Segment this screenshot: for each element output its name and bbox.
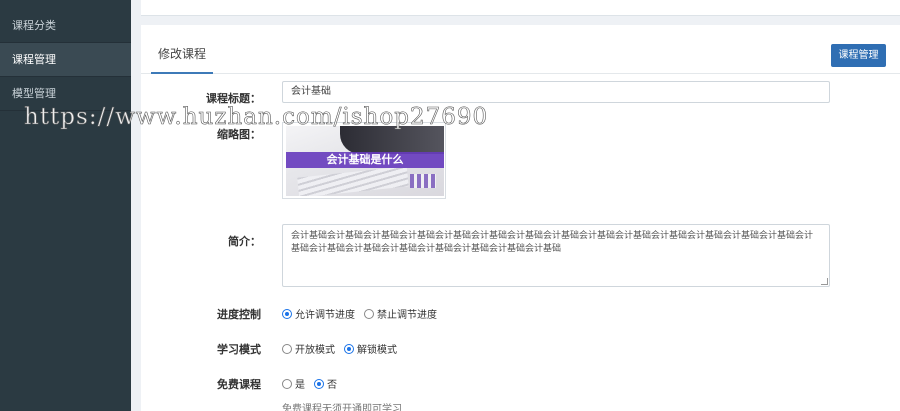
study-open-option[interactable]: 开放模式 — [282, 341, 335, 356]
free-yes-option[interactable]: 是 — [282, 376, 305, 391]
resize-grip-icon[interactable] — [821, 278, 828, 285]
radio-unselected-icon[interactable] — [364, 308, 374, 319]
free-no-label: 否 — [327, 380, 337, 391]
free-course-options: 是 否 — [282, 376, 346, 391]
thumbnail-arm-shape — [340, 126, 444, 154]
study-open-label: 开放模式 — [295, 345, 335, 356]
progress-forbid-option[interactable]: 禁止调节进度 — [364, 306, 437, 321]
study-unlock-option[interactable]: 解锁模式 — [344, 341, 397, 356]
thumbnail-paper-shape — [297, 166, 409, 196]
thumbnail-image[interactable]: 会计基础是什么 — [282, 122, 446, 199]
tab-edit-course[interactable]: 修改课程 — [151, 25, 213, 74]
top-bar — [141, 0, 900, 16]
sidebar-item-course-category[interactable]: 课程分类 — [0, 9, 131, 43]
title-input[interactable]: 会计基础 — [282, 81, 830, 103]
sidebar-item-course-management[interactable]: 课程管理 — [0, 43, 131, 77]
course-management-button[interactable]: 课程管理 — [831, 44, 886, 67]
edit-course-panel: 修改课程 课程管理 课程标题： 会计基础 缩略图： 会计基础是什么 简介： 会计… — [141, 25, 900, 411]
free-yes-label: 是 — [295, 380, 305, 391]
progress-allow-option[interactable]: 允许调节进度 — [282, 306, 355, 321]
free-course-label: 免费课程 — [217, 378, 261, 391]
radio-selected-icon[interactable] — [282, 308, 292, 319]
progress-control-label: 进度控制 — [217, 308, 261, 321]
radio-selected-icon[interactable] — [314, 378, 324, 389]
sidebar: 课程分类 课程管理 模型管理 — [0, 0, 131, 411]
watermark-text: https://www.huzhan.com/ishop27690 — [24, 104, 489, 131]
study-mode-options: 开放模式 解锁模式 — [282, 341, 406, 356]
tab-divider — [141, 73, 900, 74]
thumbnail-caption: 会计基础是什么 — [326, 153, 404, 166]
free-no-option[interactable]: 否 — [314, 376, 337, 391]
progress-allow-label: 允许调节进度 — [295, 310, 355, 321]
radio-selected-icon[interactable] — [344, 343, 354, 354]
progress-control-options: 允许调节进度 禁止调节进度 — [282, 306, 446, 321]
free-course-hint: 免费课程无须开通即可学习 — [282, 404, 402, 411]
radio-unselected-icon[interactable] — [282, 343, 292, 354]
study-unlock-label: 解锁模式 — [357, 345, 397, 356]
intro-text: 会计基础会计基础会计基础会计基础会计基础会计基础会计基础会计基础会计基础会计基础… — [291, 231, 814, 254]
study-mode-label: 学习模式 — [217, 343, 261, 356]
radio-unselected-icon[interactable] — [282, 378, 292, 389]
progress-forbid-label: 禁止调节进度 — [377, 310, 437, 321]
intro-label: 简介： — [228, 235, 261, 248]
intro-textarea[interactable]: 会计基础会计基础会计基础会计基础会计基础会计基础会计基础会计基础会计基础会计基础… — [282, 224, 830, 287]
thumbnail-photo: 会计基础是什么 — [286, 126, 444, 196]
thumbnail-chart-shape — [410, 174, 436, 188]
